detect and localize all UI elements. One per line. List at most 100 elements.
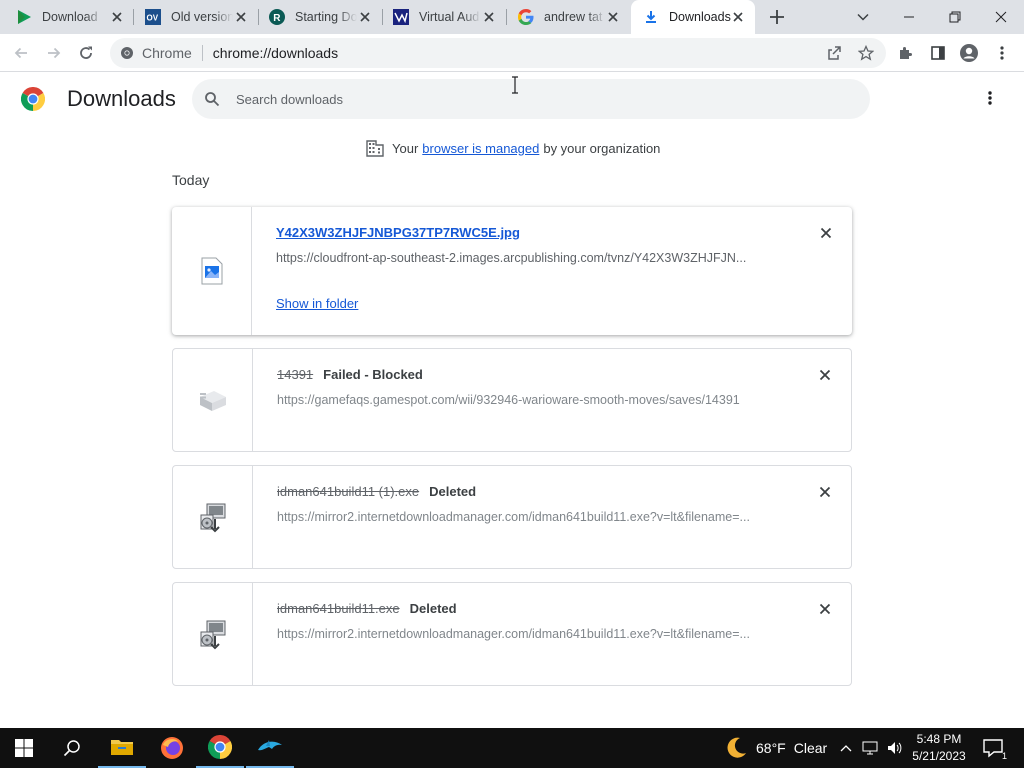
search-input[interactable] xyxy=(236,79,836,119)
tab-title: Starting Do xyxy=(295,10,357,24)
tab-title: Download xyxy=(42,10,98,24)
close-icon[interactable] xyxy=(482,10,496,24)
close-icon xyxy=(819,603,831,615)
reload-icon xyxy=(80,46,92,59)
show-hidden-icons-button[interactable] xyxy=(836,728,856,768)
tab-title: Virtual Aud xyxy=(419,10,480,24)
profile-button[interactable] xyxy=(957,41,981,65)
firefox-button[interactable] xyxy=(148,728,196,768)
arrow-left-icon xyxy=(14,47,27,59)
clock-time: 5:48 PM xyxy=(916,732,962,746)
remove-item-button[interactable] xyxy=(817,484,833,500)
remove-item-button[interactable] xyxy=(817,601,833,617)
search-icon xyxy=(205,92,220,107)
file-name: 14391 xyxy=(277,367,314,382)
tab-old-version[interactable]: OV Old version xyxy=(134,0,258,34)
show-in-folder-link[interactable]: Show in folder xyxy=(276,296,358,311)
close-icon xyxy=(820,227,832,239)
download-icon xyxy=(643,9,659,25)
network-button[interactable] xyxy=(860,728,882,768)
volume-button[interactable] xyxy=(884,728,906,768)
close-icon[interactable] xyxy=(110,10,124,24)
weather-widget[interactable]: 68°F Clear xyxy=(724,728,827,768)
weather-condition: Clear xyxy=(793,740,828,756)
tab-andrew-tat[interactable]: andrew tat xyxy=(506,0,630,34)
file-url[interactable]: https://cloudfront-ap-southeast-2.images… xyxy=(276,251,776,265)
new-tab-icon[interactable] xyxy=(766,6,788,28)
notification-icon[interactable] xyxy=(982,738,1004,758)
kebab-icon xyxy=(988,91,992,105)
star-icon[interactable] xyxy=(858,45,874,61)
search-icon xyxy=(63,740,80,757)
managed-suffix: by your organization xyxy=(543,140,661,156)
windows-logo-icon xyxy=(15,739,33,757)
close-icon xyxy=(819,486,831,498)
status-text: Deleted xyxy=(429,484,477,499)
tab-download[interactable]: Download xyxy=(0,0,134,34)
taskbar-search-button[interactable] xyxy=(48,728,96,768)
close-icon xyxy=(819,369,831,381)
weather-temp: 68°F xyxy=(756,740,786,756)
downloads-menu-button[interactable] xyxy=(980,88,1000,108)
chrome-taskbar-button[interactable] xyxy=(196,728,244,768)
start-button[interactable] xyxy=(0,728,48,768)
firefox-icon xyxy=(161,737,183,759)
file-url[interactable]: https://gamefaqs.gamespot.com/wii/932946… xyxy=(277,393,777,407)
file-name-link[interactable]: Y42X3W3ZHJFJNBPG37TP7RWC5E.jpg xyxy=(276,225,520,240)
chrome-icon xyxy=(121,47,133,59)
close-window-button[interactable] xyxy=(978,0,1024,34)
browser-toolbar: Chrome chrome://downloads xyxy=(0,34,1024,72)
windows-taskbar: 68°F Clear 5:48 PM 5/21/2023 xyxy=(0,728,1024,768)
chrome-menu-button[interactable] xyxy=(990,41,1014,65)
share-icon[interactable] xyxy=(826,45,842,61)
clock[interactable]: 5:48 PM 5/21/2023 xyxy=(908,731,970,765)
tab-title: andrew tat xyxy=(544,10,603,24)
network-icon xyxy=(862,741,878,755)
section-date-label: Today xyxy=(172,172,210,188)
moon-icon xyxy=(727,737,746,758)
chevron-up-icon xyxy=(840,745,852,752)
tab-starting-do[interactable]: R Starting Do xyxy=(258,0,382,34)
minimize-button[interactable] xyxy=(886,0,932,34)
tab-downloads[interactable]: Downloads xyxy=(631,0,755,34)
tab-virtual-aud[interactable]: Virtual Aud xyxy=(382,0,506,34)
building-icon xyxy=(366,140,384,157)
browser-managed-link[interactable]: browser is managed xyxy=(422,141,539,156)
clock-date: 5/21/2023 xyxy=(912,749,966,763)
restore-button[interactable] xyxy=(932,0,978,34)
tab-strip: Download OV Old version R Starting Do Vi… xyxy=(0,0,1024,34)
extensions-button[interactable] xyxy=(894,41,918,65)
kebab-icon xyxy=(1000,46,1004,60)
notification-count: 1 xyxy=(1002,751,1008,761)
dolphin-button[interactable] xyxy=(246,728,294,768)
file-explorer-button[interactable] xyxy=(98,728,146,768)
tab-search-button[interactable] xyxy=(840,0,886,34)
download-item: Y42X3W3ZHJFJNBPG37TP7RWC5E.jpg https://c… xyxy=(172,207,852,335)
back-button[interactable] xyxy=(9,41,33,65)
close-icon[interactable] xyxy=(358,10,372,24)
search-box[interactable] xyxy=(192,79,870,119)
status-text: Deleted xyxy=(409,601,457,616)
installer-icon xyxy=(200,503,225,533)
file-name: idman641build11.exe xyxy=(277,601,400,616)
file-url[interactable]: https://mirror2.internetdownloadmanager.… xyxy=(277,510,777,524)
avatar-icon xyxy=(960,44,978,62)
side-panel-button[interactable] xyxy=(926,41,950,65)
close-icon[interactable] xyxy=(731,10,745,24)
remove-item-button[interactable] xyxy=(817,367,833,383)
download-item: idman641build11 (1).exe Deleted https://m… xyxy=(172,465,852,569)
side-panel-icon xyxy=(931,46,945,60)
blocked-file-icon xyxy=(199,391,226,411)
reload-button[interactable] xyxy=(74,41,98,65)
close-icon[interactable] xyxy=(234,10,248,24)
address-bar[interactable]: Chrome chrome://downloads xyxy=(110,38,886,68)
file-url[interactable]: https://mirror2.internetdownloadmanager.… xyxy=(277,627,777,641)
file-name: idman641build11 (1).exe xyxy=(277,484,420,499)
remove-item-button[interactable] xyxy=(818,225,834,241)
page-title: Downloads xyxy=(67,86,176,111)
svg-text:R: R xyxy=(273,13,281,24)
folder-icon xyxy=(111,740,133,755)
forward-button[interactable] xyxy=(42,41,66,65)
arrow-right-icon xyxy=(48,47,61,59)
close-icon[interactable] xyxy=(606,10,620,24)
